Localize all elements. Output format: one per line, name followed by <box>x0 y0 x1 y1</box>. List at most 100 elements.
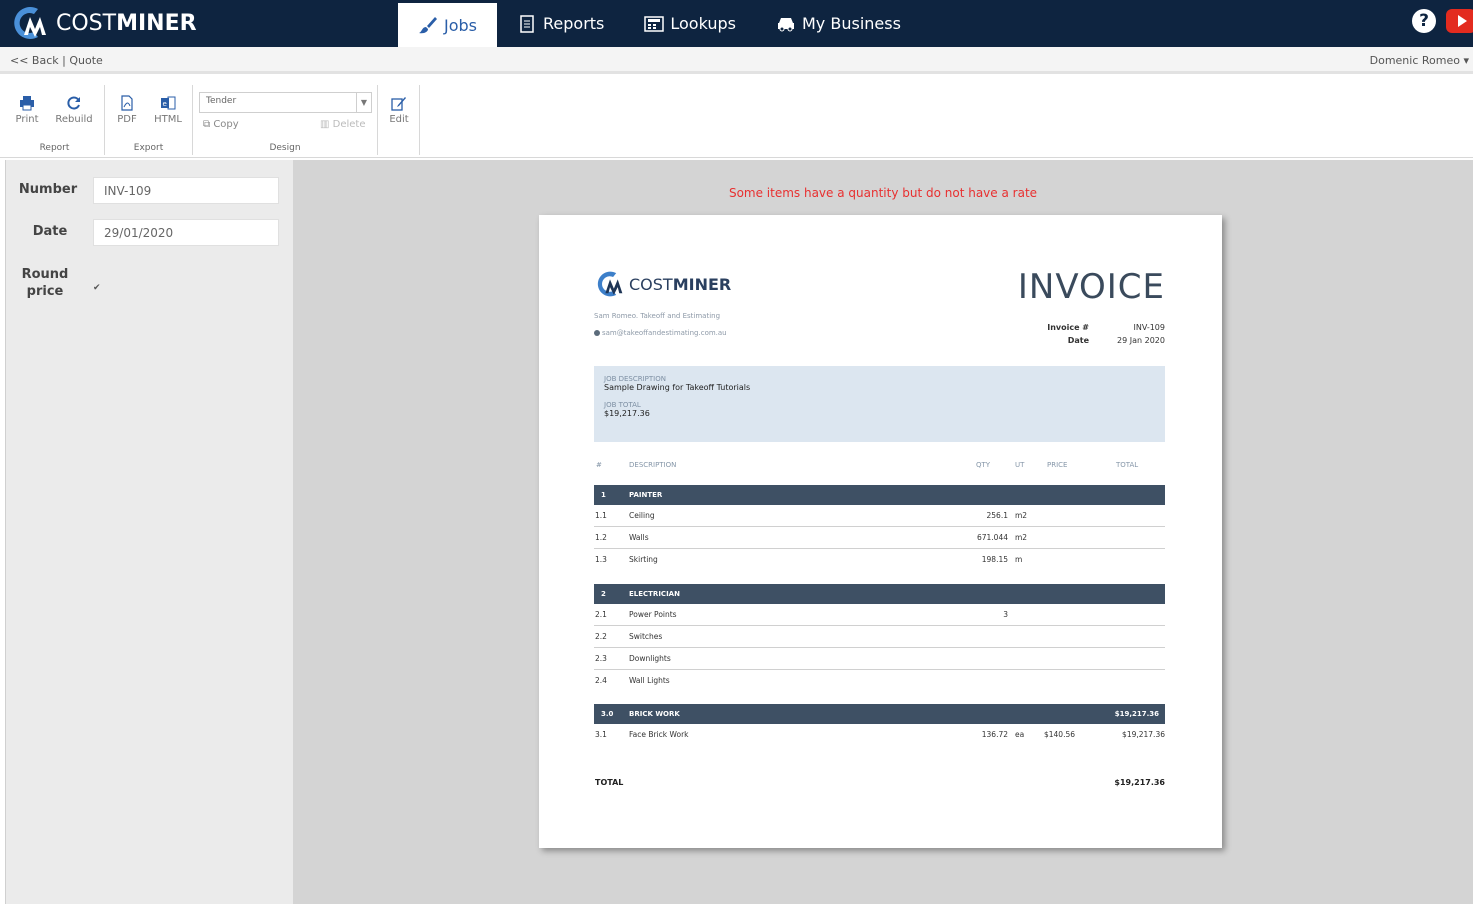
item-qty: 671.044 <box>976 533 1008 542</box>
round-price-checkbox[interactable]: ✔ <box>93 283 103 293</box>
nav-lookups-tab[interactable]: Lookups <box>624 0 756 47</box>
svg-text:e: e <box>163 100 167 108</box>
item-num: 2.1 <box>595 610 607 619</box>
rebuild-label: Rebuild <box>55 114 93 125</box>
item-num: 1.3 <box>595 555 607 564</box>
design-select-value: Tender <box>206 96 237 106</box>
copy-button[interactable]: ⧉ Copy <box>203 119 239 130</box>
video-play-icon[interactable] <box>1446 9 1473 33</box>
main-nav: Jobs Reports Lookups My Business <box>398 0 921 47</box>
nav-lookups-label: Lookups <box>670 14 736 33</box>
invoice-page: COSTMINER Sam Romeo. Takeoff and Estimat… <box>539 215 1222 848</box>
section-name: PAINTER <box>629 491 663 499</box>
delete-label: Delete <box>332 119 366 130</box>
section-row-painter: 1 PAINTER <box>594 485 1165 505</box>
section-row-brick-work: 3.0 BRICK WORK $19,217.36 <box>594 704 1165 724</box>
refresh-icon <box>67 96 80 110</box>
col-num: # <box>596 461 602 469</box>
html-icon: e <box>161 96 176 110</box>
job-description-label: JOB DESCRIPTION <box>604 375 666 383</box>
pdf-label: PDF <box>117 114 137 125</box>
edit-icon <box>391 97 406 111</box>
breadcrumb: << Back | Quote <box>10 54 103 67</box>
trash-icon: ▥ <box>320 119 330 130</box>
breadcrumb-current: Quote <box>69 54 103 67</box>
invoice-number-row: Invoice # INV-109 <box>1034 323 1165 332</box>
delete-button[interactable]: ▥ Delete <box>320 119 366 130</box>
item-desc: Ceiling <box>629 511 655 520</box>
design-select[interactable]: Tender ▼ <box>199 92 372 113</box>
number-field[interactable]: INV-109 <box>93 177 279 204</box>
invoice-number-label: Invoice # <box>1047 323 1089 332</box>
invoice-meta: Invoice # INV-109 Date 29 Jan 2020 <box>1034 323 1165 349</box>
pdf-button[interactable]: PDF <box>107 95 147 125</box>
item-qty: 136.72 <box>981 730 1008 739</box>
section-num: 1 <box>601 491 606 499</box>
print-label: Print <box>15 114 39 125</box>
calculator-icon <box>644 15 665 32</box>
col-qty: QTY <box>976 461 991 469</box>
export-group: PDF e HTML Export <box>105 85 193 155</box>
job-total-label: JOB TOTAL <box>604 401 641 409</box>
design-group-label: Design <box>269 143 301 153</box>
date-label: Date <box>32 224 68 239</box>
logo-text-thin: COST <box>56 10 117 36</box>
nav-jobs-tab[interactable]: Jobs <box>398 3 497 47</box>
edit-group: Edit <box>378 85 420 155</box>
item-num: 1.2 <box>595 533 607 542</box>
section-name: BRICK WORK <box>629 710 680 718</box>
document-icon <box>520 14 534 33</box>
item-desc: Wall Lights <box>629 676 670 685</box>
invoice-number-value: INV-109 <box>1133 323 1165 332</box>
item-desc: Power Points <box>629 610 677 619</box>
table-row: 1.1 Ceiling 256.1 m2 <box>594 506 1165 527</box>
brush-icon <box>419 17 437 34</box>
nav-reports-tab[interactable]: Reports <box>497 0 624 47</box>
section-total: $19,217.36 <box>1114 710 1159 718</box>
report-preview-area: Some items have a quantity but do not ha… <box>293 160 1473 904</box>
logo-text: COSTMINER <box>56 11 197 36</box>
back-link[interactable]: << Back <box>10 54 59 67</box>
table-row: 1.3 Skirting 198.15 m <box>594 550 1165 571</box>
copy-icon: ⧉ <box>203 119 211 130</box>
top-navbar: COSTMINER Jobs Reports Lookups My Busine… <box>0 0 1473 47</box>
item-qty: 3 <box>1003 610 1008 619</box>
table-row: 2.3 Downlights <box>594 649 1165 670</box>
html-button[interactable]: e HTML <box>148 95 188 125</box>
item-qty: 256.1 <box>986 511 1008 520</box>
number-label: Number <box>18 182 78 197</box>
item-ut: m2 <box>1015 511 1028 520</box>
nav-my-business-tab[interactable]: My Business <box>756 0 921 47</box>
item-num: 2.3 <box>595 654 607 663</box>
item-total: $19,217.36 <box>1122 730 1165 739</box>
company-name: Sam Romeo. Takeoff and Estimating <box>594 312 721 320</box>
invoice-logo-thin: COST <box>629 274 673 294</box>
invoice-total-label: TOTAL <box>595 778 624 787</box>
item-num: 2.2 <box>595 632 607 641</box>
table-row: 2.1 Power Points 3 <box>594 605 1165 626</box>
report-group: Print Rebuild Report <box>5 85 105 155</box>
logo-mark-icon <box>14 6 46 40</box>
table-row: 2.4 Wall Lights <box>594 671 1165 692</box>
col-ut: UT <box>1015 461 1025 469</box>
job-description-value: Sample Drawing for Takeoff Tutorials <box>604 383 751 392</box>
item-price: $140.56 <box>1043 730 1075 739</box>
chevron-down-icon: ▼ <box>356 93 371 112</box>
print-button[interactable]: Print <box>7 95 47 125</box>
costminer-logo[interactable]: COSTMINER <box>8 4 197 42</box>
email-icon <box>594 330 600 336</box>
invoice-logo-mark-icon <box>597 271 623 297</box>
section-num: 2 <box>601 590 606 598</box>
nav-my-business-label: My Business <box>802 14 901 33</box>
item-desc: Downlights <box>629 654 671 663</box>
logo-text-bold: MINER <box>116 10 197 36</box>
col-description: DESCRIPTION <box>629 461 677 469</box>
edit-button[interactable]: Edit <box>379 95 419 125</box>
edit-label: Edit <box>389 114 409 125</box>
user-menu[interactable]: Domenic Romeo ▾ <box>1370 54 1469 67</box>
date-field[interactable]: 29/01/2020 <box>93 219 279 246</box>
invoice-date-row: Date 29 Jan 2020 <box>1034 336 1165 345</box>
nav-reports-label: Reports <box>543 14 605 33</box>
help-icon[interactable]: ? <box>1412 9 1436 33</box>
rebuild-button[interactable]: Rebuild <box>54 95 94 125</box>
